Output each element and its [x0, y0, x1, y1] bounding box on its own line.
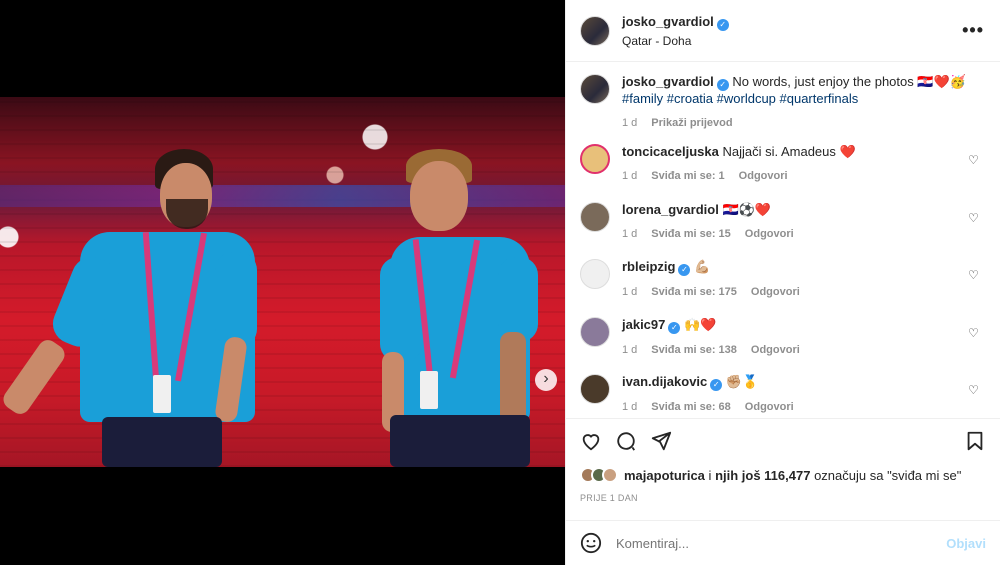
comment-likes-link[interactable]: Sviđa mi se: 175 [651, 286, 737, 298]
post-header: josko_gvardiol ✓ Qatar - Doha ••• [566, 0, 1000, 62]
location-link[interactable]: Qatar - Doha [622, 34, 729, 48]
carousel-next-button[interactable]: › [535, 369, 557, 391]
save-bookmark-icon[interactable] [964, 430, 986, 452]
comment-row: toncicaceljuska Najjači si. Amadeus ❤️ 1… [580, 144, 990, 184]
player-left [0, 147, 270, 467]
comment-username[interactable]: lorena_gvardiol [622, 202, 719, 217]
translate-button[interactable]: Prikaži prijevod [651, 117, 732, 129]
caption: josko_gvardiol ✓ No words, just enjoy the… [580, 74, 990, 131]
share-icon[interactable] [650, 430, 672, 452]
avatar[interactable] [580, 15, 610, 46]
comment-username[interactable]: toncicaceljuska [622, 144, 719, 159]
post-timestamp[interactable]: PRIJE 1 DAN [580, 493, 638, 503]
verified-icon: ✓ [678, 264, 691, 276]
comment-text: 💪🏼 [694, 259, 711, 274]
action-bar [566, 418, 1000, 462]
verified-icon: ✓ [668, 321, 681, 334]
like-heart-icon[interactable] [580, 430, 602, 452]
comment-text: Najjači si. Amadeus ❤️ [722, 144, 856, 159]
avatar [602, 467, 618, 483]
comment-like-heart-icon[interactable]: ♡ [968, 154, 980, 166]
comment-text: ✊🏼🥇 [725, 374, 759, 389]
comment-row: ivan.dijakovic ✓ ✊🏼🥇 1 d Sviđa mi se: 68 Od… [580, 374, 990, 415]
comment-username[interactable]: rbleipzig [622, 259, 675, 274]
post-comment-button[interactable]: Objavi [946, 536, 986, 551]
verified-icon: ✓ [716, 19, 729, 31]
more-options-button[interactable]: ••• [962, 20, 984, 41]
emoji-icon[interactable] [580, 532, 602, 554]
reply-button[interactable]: Odgovori [739, 170, 788, 182]
avatar[interactable] [580, 374, 610, 404]
post-media-pane: › [0, 0, 565, 565]
comment-input[interactable] [616, 535, 947, 551]
comment-likes-link[interactable]: Sviđa mi se: 1 [651, 170, 724, 182]
comment-text: 🙌❤️ [684, 316, 717, 332]
caption-hashtags[interactable]: #family #croatia #worldcup #quarterfinal… [622, 91, 990, 107]
reply-button[interactable]: Odgovori [745, 401, 794, 413]
reply-button[interactable]: Odgovori [745, 228, 794, 240]
comment-likes-link[interactable]: Sviđa mi se: 15 [651, 228, 731, 240]
comment-like-heart-icon[interactable]: ♡ [968, 327, 980, 339]
comment-row: rbleipzig ✓ 💪🏼 1 d Sviđa mi se: 175 Odgovor… [580, 259, 990, 300]
comment-row: lorena_gvardiol 🇭🇷⚽❤️ 1 d Sviđa mi se: 15… [580, 201, 990, 242]
comment-like-heart-icon[interactable]: ♡ [968, 212, 980, 224]
comment-likes-link[interactable]: Sviđa mi se: 68 [651, 401, 731, 413]
verified-icon: ✓ [716, 79, 729, 91]
add-comment-bar: Objavi [566, 520, 1000, 565]
comment-likes-link[interactable]: Sviđa mi se: 138 [651, 344, 737, 356]
comment-like-heart-icon[interactable]: ♡ [968, 269, 980, 281]
liker-username[interactable]: majapoturica [624, 468, 705, 483]
avatar[interactable] [580, 201, 610, 232]
likes-count-link[interactable]: njih još 116,477 [715, 468, 810, 483]
post-photo[interactable]: › [0, 97, 565, 467]
comment-row: jakic97 ✓ 🙌❤️ 1 d Sviđa mi se: 138 Odgovori… [580, 316, 990, 358]
header-username[interactable]: josko_gvardiol [622, 14, 714, 29]
caption-text: No words, just enjoy the photos 🇭🇷❤️🥳 [732, 74, 966, 89]
avatar[interactable] [580, 259, 610, 289]
comment-like-heart-icon[interactable]: ♡ [968, 384, 980, 396]
avatar[interactable] [580, 144, 610, 174]
comment-icon[interactable] [615, 430, 637, 452]
comments-list: josko_gvardiol ✓ No words, just enjoy the… [566, 62, 1000, 418]
reply-button[interactable]: Odgovori [751, 286, 800, 298]
player-right [360, 147, 560, 467]
post-details-panel: josko_gvardiol ✓ Qatar - Doha ••• josko_g… [565, 0, 1000, 565]
comment-username[interactable]: ivan.dijakovic [622, 374, 707, 389]
comment-username[interactable]: jakic97 [622, 317, 665, 332]
verified-icon: ✓ [710, 379, 723, 391]
reply-button[interactable]: Odgovori [751, 344, 800, 356]
avatar[interactable] [580, 74, 610, 104]
caption-username[interactable]: josko_gvardiol [622, 74, 714, 89]
comment-text: 🇭🇷⚽❤️ [722, 201, 771, 217]
avatar[interactable] [580, 316, 610, 347]
likes-summary: majapoturica i njih još 116,477 označuju… [580, 467, 990, 483]
